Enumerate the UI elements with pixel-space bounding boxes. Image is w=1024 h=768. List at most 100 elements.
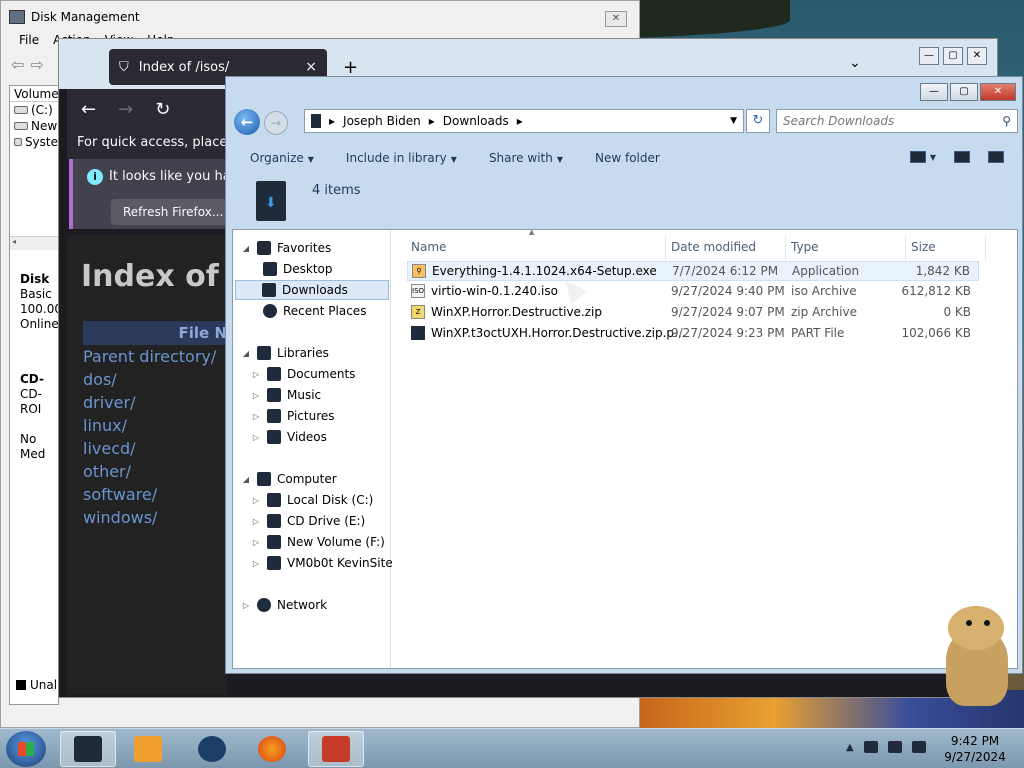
nav-cd-drive-e[interactable]: ▷ CD Drive (E:) — [251, 511, 365, 531]
taskbar-explorer[interactable] — [60, 731, 116, 767]
collapsed-arrow-icon[interactable]: ▷ — [251, 559, 261, 568]
collapsed-arrow-icon[interactable]: ▷ — [251, 517, 261, 526]
collapsed-arrow-icon[interactable]: ▷ — [241, 601, 251, 610]
link-other[interactable]: other/ — [83, 462, 216, 485]
column-divider[interactable] — [785, 236, 786, 260]
view-dropdown-icon[interactable]: ▼ — [930, 153, 936, 162]
column-divider[interactable] — [985, 236, 986, 260]
breadcrumb-user[interactable]: Joseph Biden — [343, 114, 421, 128]
collapsed-arrow-icon[interactable]: ▷ — [251, 496, 261, 505]
column-size[interactable]: Size — [911, 240, 936, 260]
volume-row[interactable]: (C:) — [10, 102, 58, 118]
include-in-library-button[interactable]: Include in library ▼ — [346, 151, 457, 165]
link-windows[interactable]: windows/ — [83, 508, 216, 531]
nav-downloads[interactable]: Downloads — [235, 280, 389, 300]
maximize-button[interactable]: ▢ — [950, 83, 978, 101]
help-icon[interactable] — [988, 151, 1004, 163]
link-dos[interactable]: dos/ — [83, 370, 216, 393]
link-parent-directory[interactable]: Parent directory/ — [83, 347, 216, 370]
firefox-minimize-button[interactable]: — — [919, 47, 939, 65]
expanded-arrow-icon[interactable]: ◢ — [241, 475, 251, 484]
column-divider[interactable] — [665, 236, 666, 260]
cdrom-0-info[interactable]: CD- CD-ROI No Med — [10, 372, 58, 462]
new-tab-button[interactable]: + — [343, 57, 358, 78]
tab-close-icon[interactable]: × — [305, 59, 317, 75]
action-center-icon[interactable] — [863, 741, 878, 753]
file-row[interactable]: Z WinXP.Horror.Destructive.zip 9/27/2024… — [407, 303, 979, 323]
collapsed-arrow-icon[interactable]: ▷ — [251, 412, 261, 421]
chevron-right-icon[interactable]: ▸ — [517, 114, 523, 128]
column-type[interactable]: Type — [791, 240, 819, 260]
network-icon[interactable] — [887, 741, 902, 753]
nav-music[interactable]: ▷ Music — [251, 385, 321, 405]
refresh-button[interactable]: ↻ — [746, 109, 770, 133]
firefox-maximize-button[interactable]: ▢ — [943, 47, 963, 65]
disk-0-info[interactable]: Disk Basic 100.00 Online — [10, 272, 58, 332]
tab-list-button[interactable]: ⌄ — [849, 55, 861, 71]
collapsed-arrow-icon[interactable]: ▷ — [251, 433, 261, 442]
nav-favorites[interactable]: ◢ Favorites — [241, 238, 331, 258]
refresh-firefox-button[interactable]: Refresh Firefox... — [111, 199, 227, 225]
disk-management-close-button[interactable]: ✕ — [605, 11, 627, 27]
link-linux[interactable]: linux/ — [83, 416, 216, 439]
search-input[interactable]: Search Downloads ⚲ — [776, 109, 1018, 133]
breadcrumb-downloads[interactable]: Downloads — [443, 114, 509, 128]
link-driver[interactable]: driver/ — [83, 393, 216, 416]
back-icon[interactable]: ← — [81, 99, 96, 120]
change-view-icon[interactable] — [909, 151, 926, 163]
volume-column-header[interactable]: Volume — [10, 86, 58, 102]
show-hidden-icons-button[interactable]: ▲ — [846, 742, 854, 753]
volume-icon[interactable] — [911, 741, 926, 753]
back-arrow-icon[interactable]: ⇦ — [11, 55, 24, 75]
chevron-right-icon[interactable]: ▸ — [429, 114, 435, 128]
nav-recent-places[interactable]: Recent Places — [263, 301, 366, 321]
close-button[interactable]: ✕ — [980, 83, 1016, 101]
column-divider[interactable] — [905, 236, 906, 260]
nav-new-volume-f[interactable]: ▷ New Volume (F:) — [251, 532, 385, 552]
clock[interactable]: 9:42 PM 9/27/2024 — [940, 733, 1010, 765]
nav-network[interactable]: ▷ Network — [241, 595, 327, 615]
volume-row[interactable]: New — [10, 118, 58, 134]
nav-documents[interactable]: ▷ Documents — [251, 364, 355, 384]
back-button[interactable]: ← — [234, 109, 260, 135]
minimize-button[interactable]: — — [920, 83, 948, 101]
file-name-header[interactable]: File N — [83, 321, 227, 345]
collapsed-arrow-icon[interactable]: ▷ — [251, 370, 261, 379]
link-livecd[interactable]: livecd/ — [83, 439, 216, 462]
file-row[interactable]: ⚲ Everything-1.4.1.1024.x64-Setup.exe 7/… — [407, 261, 979, 281]
horizontal-scrollbar[interactable]: ◂ — [10, 236, 58, 250]
address-bar[interactable]: ▸ Joseph Biden ▸ Downloads ▸ ▼ — [304, 109, 744, 133]
expanded-arrow-icon[interactable]: ◢ — [241, 244, 251, 253]
forward-icon[interactable]: → — [118, 99, 133, 120]
organize-button[interactable]: Organize ▼ — [250, 151, 314, 165]
share-with-button[interactable]: Share with ▼ — [489, 151, 563, 165]
expanded-arrow-icon[interactable]: ◢ — [241, 349, 251, 358]
column-name[interactable]: Name — [411, 240, 446, 260]
start-button[interactable] — [6, 731, 46, 767]
menu-file[interactable]: File — [19, 33, 39, 51]
column-date-modified[interactable]: Date modified — [671, 240, 756, 260]
address-dropdown-icon[interactable]: ▼ — [730, 116, 737, 126]
new-folder-button[interactable]: New folder — [595, 151, 660, 165]
nav-libraries[interactable]: ◢ Libraries — [241, 343, 329, 363]
reload-icon[interactable]: ↻ — [155, 99, 170, 120]
volume-row[interactable]: Syste — [10, 134, 58, 150]
forward-arrow-icon[interactable]: ⇨ — [30, 55, 43, 75]
chevron-right-icon[interactable]: ▸ — [329, 114, 335, 128]
search-icon[interactable]: ⚲ — [1002, 110, 1011, 132]
collapsed-arrow-icon[interactable]: ▷ — [251, 538, 261, 547]
taskbar-firefox[interactable] — [244, 731, 300, 767]
file-row[interactable]: WinXP.t3octUXH.Horror.Destructive.zip.p.… — [407, 324, 979, 344]
nav-desktop[interactable]: Desktop — [263, 259, 333, 279]
nav-videos[interactable]: ▷ Videos — [251, 427, 327, 447]
taskbar-media-player[interactable] — [120, 731, 176, 767]
nav-pictures[interactable]: ▷ Pictures — [251, 406, 335, 426]
firefox-close-button[interactable]: ✕ — [967, 47, 987, 65]
taskbar-toolbox[interactable] — [308, 731, 364, 767]
link-software[interactable]: software/ — [83, 485, 216, 508]
nav-vm-share[interactable]: ▷ VM0b0t KevinSite — [251, 553, 393, 573]
taskbar-disk-management[interactable] — [184, 731, 240, 767]
collapsed-arrow-icon[interactable]: ▷ — [251, 391, 261, 400]
nav-local-disk-c[interactable]: ▷ Local Disk (C:) — [251, 490, 373, 510]
preview-pane-icon[interactable] — [954, 151, 970, 163]
